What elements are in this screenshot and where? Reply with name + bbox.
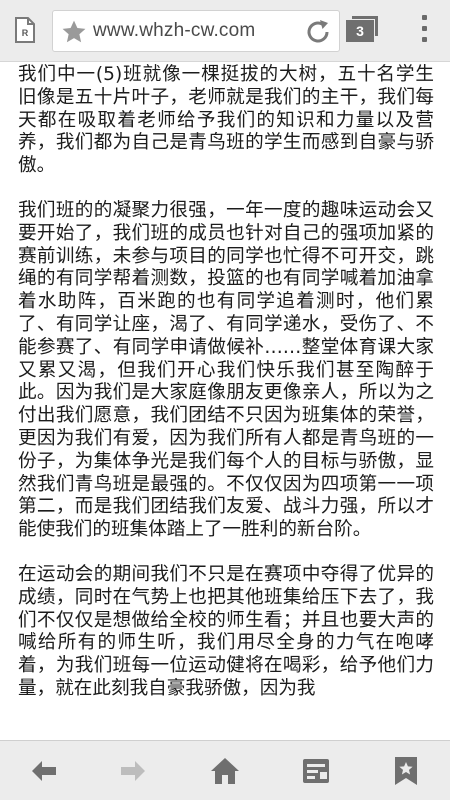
- tabs-button[interactable]: 3: [346, 16, 380, 46]
- article-paragraph: 在运动会的期间我们不只是在赛项中夺得了优异的成绩，同时在气势上也把其他班集给压下…: [18, 563, 434, 699]
- back-arrow-icon[interactable]: [28, 755, 60, 787]
- article-content: 我们中一(5)班就像一棵挺拔的大树，五十名学生旧像是五十片叶子，老师就是我们的主…: [18, 62, 434, 723]
- url-fade: [269, 15, 303, 47]
- home-icon[interactable]: [209, 755, 241, 787]
- bookmark-icon[interactable]: [390, 755, 422, 787]
- reload-icon[interactable]: [303, 17, 333, 47]
- page-r-icon[interactable]: R: [15, 17, 35, 43]
- article-paragraph: 我们中一(5)班就像一棵挺拔的大树，五十名学生旧像是五十片叶子，老师就是我们的主…: [18, 64, 434, 177]
- bottom-nav-bar: [0, 740, 450, 800]
- browser-toolbar: R www.whzh-cw.com 3: [0, 0, 450, 62]
- address-bar[interactable]: www.whzh-cw.com: [52, 10, 340, 52]
- star-icon[interactable]: [60, 18, 88, 46]
- svg-text:R: R: [22, 28, 29, 38]
- article-paragraph: 我们班的的凝聚力很强，一年一度的趣味运动会又要开始了，我们班的成员也针对自己的强…: [18, 199, 434, 541]
- tab-count: 3: [346, 20, 374, 42]
- forward-arrow-icon[interactable]: [117, 755, 149, 787]
- overflow-menu-icon[interactable]: [418, 15, 430, 47]
- reading-list-icon[interactable]: [300, 755, 332, 787]
